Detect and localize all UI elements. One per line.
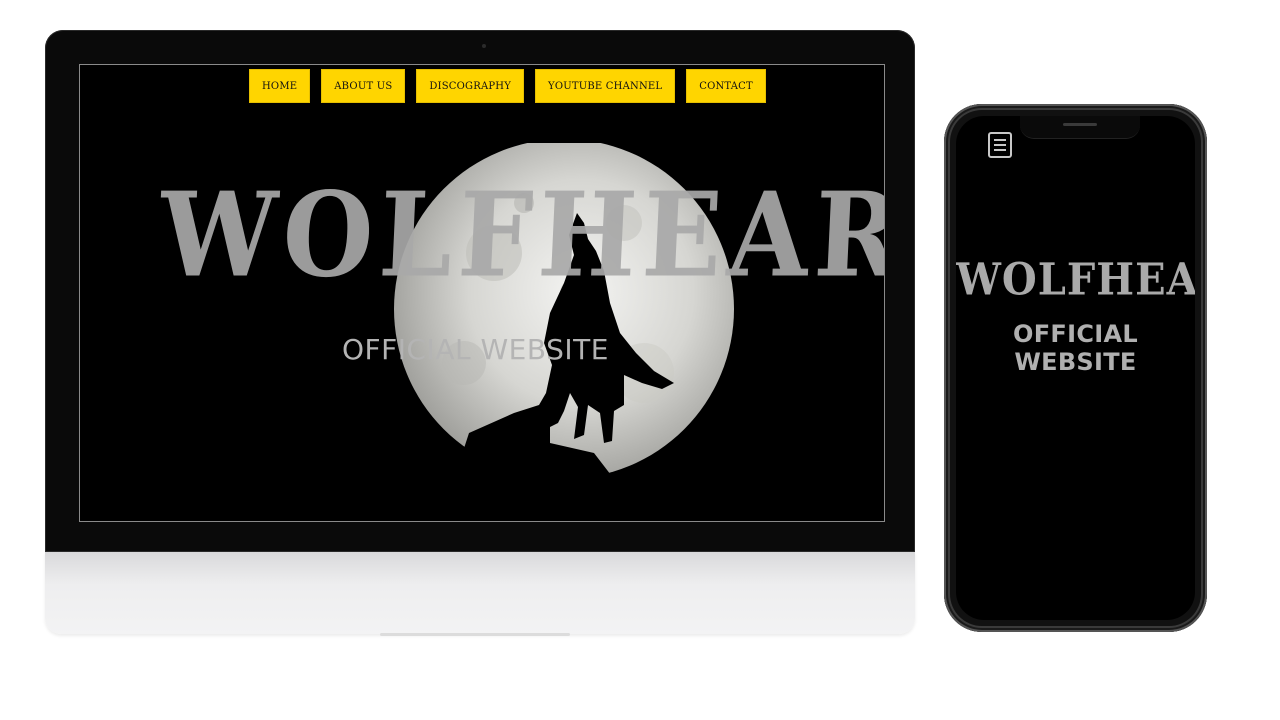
nav-about-us-button[interactable]: ABOUT US — [321, 69, 406, 103]
nav-home-button[interactable]: HOME — [249, 69, 311, 103]
menu-icon[interactable] — [988, 132, 1012, 158]
mobile-band-logo-title: WOLFHEART — [956, 253, 1195, 306]
nav-youtube-channel-button[interactable]: YOUTUBE CHANNEL — [535, 69, 676, 103]
desktop-monitor: HOME ABOUT US DISCOGRAPHY YOUTUBE CHANNE… — [45, 30, 915, 636]
monitor-chin — [45, 552, 915, 634]
nav-contact-button[interactable]: CONTACT — [686, 69, 766, 103]
mobile-phone: WOLFHEART OFFICIAL WEBSITE — [944, 104, 1207, 632]
mobile-website-screen: WOLFHEART OFFICIAL WEBSITE — [956, 116, 1195, 620]
phone-notch — [1020, 116, 1140, 139]
monitor-bezel: HOME ABOUT US DISCOGRAPHY YOUTUBE CHANNE… — [45, 30, 915, 552]
band-logo-title: WOLFHEART — [156, 165, 885, 304]
mobile-official-website-subtitle: OFFICIAL WEBSITE — [1013, 320, 1138, 376]
official-website-subtitle: OFFICIAL WEBSITE — [342, 333, 609, 366]
device-mockup-stage: HOME ABOUT US DISCOGRAPHY YOUTUBE CHANNE… — [0, 0, 1280, 720]
speaker-icon — [1063, 123, 1097, 126]
main-nav: HOME ABOUT US DISCOGRAPHY YOUTUBE CHANNE… — [249, 69, 766, 103]
desktop-website-screen: HOME ABOUT US DISCOGRAPHY YOUTUBE CHANNE… — [79, 64, 885, 522]
monitor-stand — [380, 633, 570, 636]
camera-icon — [482, 44, 486, 48]
nav-discography-button[interactable]: DISCOGRAPHY — [416, 69, 525, 103]
